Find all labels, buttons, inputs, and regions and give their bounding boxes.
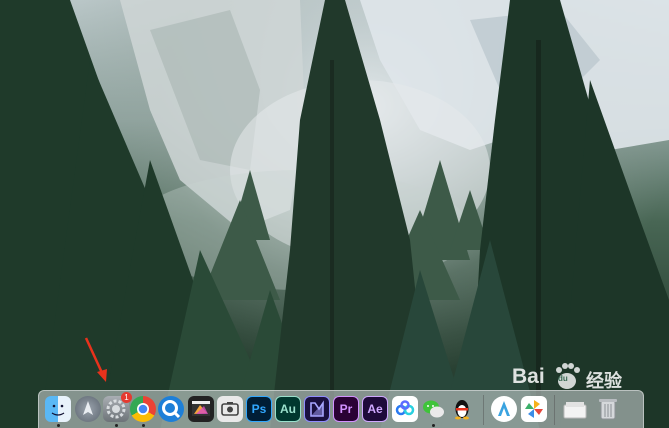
audition-icon[interactable]: Au: [275, 396, 301, 422]
watermark-brand-left: Bai: [512, 365, 545, 388]
screenshot-icon[interactable]: [217, 396, 243, 422]
finder-icon[interactable]: [45, 396, 71, 422]
trash-icon[interactable]: [593, 396, 623, 422]
baidu-netdisk-icon[interactable]: [392, 396, 418, 422]
finder-running-indicator: [57, 424, 60, 427]
pinwheel-icon[interactable]: [521, 396, 547, 422]
chrome-running-indicator: [142, 424, 145, 427]
qq-penguin-icon[interactable]: [449, 396, 475, 422]
chrome-icon[interactable]: [130, 396, 156, 422]
wechat-running-indicator: [432, 424, 435, 427]
dock: 1 Ps Au Pr Ae: [38, 390, 644, 428]
final-cut-icon[interactable]: [188, 396, 214, 422]
arc-icon[interactable]: [491, 396, 517, 422]
system-preferences-running-indicator: [115, 424, 118, 427]
wechat-icon[interactable]: [420, 396, 446, 422]
premiere-icon[interactable]: Pr: [333, 396, 359, 422]
photoshop-label: Ps: [251, 402, 267, 416]
photoshop-icon[interactable]: Ps: [246, 396, 272, 422]
after-effects-label: Ae: [367, 402, 383, 416]
dock-separator-2: [554, 395, 555, 425]
quicktime-icon[interactable]: [158, 396, 184, 422]
media-encoder-icon[interactable]: [304, 396, 330, 422]
system-preferences-badge: 1: [121, 392, 132, 403]
audition-label: Au: [280, 402, 296, 416]
watermark-paw-text: du: [558, 374, 568, 383]
annotation-arrow-icon: [84, 337, 107, 382]
dock-separator: [483, 395, 484, 425]
launchpad-icon[interactable]: [75, 396, 101, 422]
folder-stack-icon[interactable]: [561, 396, 589, 422]
premiere-label: Pr: [339, 402, 353, 416]
after-effects-icon[interactable]: Ae: [362, 396, 388, 422]
